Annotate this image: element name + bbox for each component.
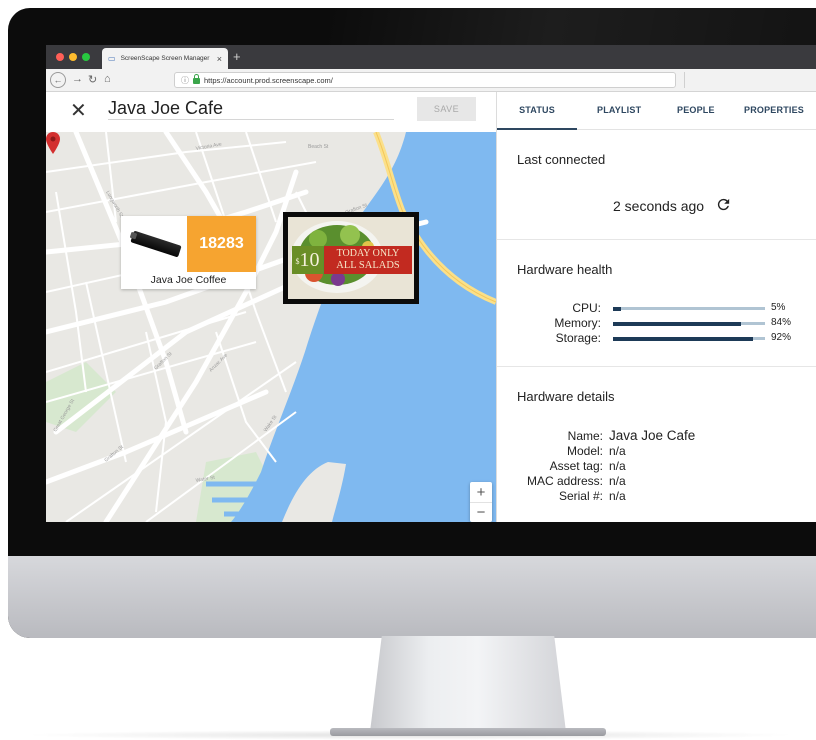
last-connected-section: Last connected 2 seconds ago: [497, 130, 816, 240]
health-row-memory: Memory: 84%: [497, 316, 816, 330]
price-value: 10: [299, 249, 320, 271]
address-bar[interactable]: ⓘ https://account.prod.screenscape.com/: [174, 72, 676, 88]
media-player-icon: [130, 230, 182, 258]
price-tag: $10: [292, 246, 323, 274]
browser-tab-bar: ▭ ScreenScape Screen Manager × +: [46, 45, 816, 69]
monitor-chin: [8, 556, 816, 638]
detail-label: Model:: [566, 444, 603, 458]
promo-line-1: TODAY ONLY: [336, 248, 400, 259]
tab-playlist[interactable]: PLAYLIST: [597, 92, 641, 130]
window-maximize-button[interactable]: [82, 53, 90, 61]
monitor-icon: ▭: [108, 54, 116, 63]
editor-header: ✕ SAVE: [46, 92, 496, 132]
zoom-out-button[interactable]: −: [470, 502, 492, 522]
screen-preview[interactable]: $10 TODAY ONLY ALL SALADS: [283, 212, 419, 304]
location-count-badge: 18283: [187, 216, 256, 272]
health-label: Storage:: [555, 331, 601, 345]
zoom-in-button[interactable]: +: [470, 482, 492, 502]
zoom-control: + −: [470, 482, 492, 522]
detail-value: n/a: [609, 474, 626, 488]
new-tab-button[interactable]: +: [233, 49, 241, 64]
tab-people[interactable]: PEOPLE: [677, 92, 715, 130]
tab-close-icon[interactable]: ×: [217, 54, 222, 64]
tab-status[interactable]: STATUS: [497, 92, 577, 130]
screen-name-input[interactable]: [108, 98, 394, 120]
health-label: Memory:: [554, 316, 601, 330]
detail-value: n/a: [609, 444, 626, 458]
detail-value: n/a: [609, 489, 626, 503]
info-icon[interactable]: ⓘ: [181, 75, 189, 86]
health-value: 84%: [771, 317, 792, 328]
last-connected-value: 2 seconds ago: [613, 198, 705, 214]
save-button[interactable]: SAVE: [417, 97, 476, 121]
detail-value: Java Joe Cafe: [609, 428, 696, 443]
browser-toolbar: ← → ↻ ⌂ ⓘ https://account.prod.screensca…: [46, 69, 816, 92]
health-row-cpu: CPU: 5%: [497, 301, 816, 315]
browser-tab[interactable]: ▭ ScreenScape Screen Manager ×: [102, 48, 228, 69]
monitor-stand-base: [330, 728, 606, 736]
details-tabs: STATUS PLAYLIST PEOPLE PROPERTIES: [497, 92, 816, 130]
monitor-stand: [370, 636, 566, 732]
map-view[interactable]: Victoria Ave Beach St Grafton St Grafton…: [46, 132, 496, 522]
monitor-frame: ▭ ScreenScape Screen Manager × + ← → ↻ ⌂…: [8, 8, 816, 638]
map-tiles: Victoria Ave Beach St Grafton St Grafton…: [46, 132, 496, 522]
price-currency: $: [295, 257, 300, 266]
health-label: CPU:: [572, 301, 601, 315]
detail-label: Serial #:: [558, 489, 603, 503]
health-bar-track: [613, 336, 765, 341]
home-button[interactable]: ⌂: [104, 73, 111, 85]
health-row-storage: Storage: 92%: [497, 331, 816, 345]
forward-button[interactable]: →: [72, 73, 83, 85]
promo-line-2: ALL SALADS: [336, 260, 400, 271]
hardware-details-section: Hardware details Name: Java Joe Cafe Mod…: [497, 367, 816, 522]
health-bar-fill: [613, 306, 621, 311]
map-pin-icon[interactable]: [46, 132, 60, 154]
health-bar-fill: [613, 321, 741, 326]
back-button[interactable]: ←: [50, 72, 66, 88]
screen-editor-panel: ✕ SAVE: [46, 92, 496, 522]
detail-label: Name:: [567, 429, 603, 443]
media-player-image: [121, 216, 187, 272]
salad-promo-image: $10 TODAY ONLY ALL SALADS: [288, 217, 414, 299]
hardware-health-section: Hardware health CPU: 5% Memory: 84% Stor…: [497, 240, 816, 367]
health-value: 5%: [771, 302, 786, 313]
screen-details-panel: STATUS PLAYLIST PEOPLE PROPERTIES Last c…: [496, 92, 816, 522]
detail-label: MAC address:: [526, 474, 603, 488]
lock-icon: [193, 74, 200, 84]
window-minimize-button[interactable]: [69, 53, 77, 61]
browser-window: ▭ ScreenScape Screen Manager × + ← → ↻ ⌂…: [46, 45, 816, 522]
detail-label: Asset tag:: [549, 459, 603, 473]
location-card[interactable]: 18283 Java Joe Coffee: [121, 216, 256, 289]
refresh-icon[interactable]: [715, 196, 732, 213]
browser-tab-title: ScreenScape Screen Manager: [120, 55, 210, 62]
health-bar-track: [613, 306, 765, 311]
hardware-health-title: Hardware health: [517, 262, 613, 277]
last-connected-title: Last connected: [517, 152, 606, 167]
hardware-details-title: Hardware details: [517, 389, 615, 404]
svg-text:Beach St: Beach St: [308, 144, 329, 150]
url-text: https://account.prod.screenscape.com/: [204, 75, 333, 85]
location-name: Java Joe Coffee: [150, 274, 227, 286]
search-field[interactable]: [684, 72, 816, 88]
detail-value: n/a: [609, 459, 626, 473]
tab-properties[interactable]: PROPERTIES: [744, 92, 804, 130]
promo-banner: TODAY ONLY ALL SALADS: [324, 246, 412, 274]
health-bar-track: [613, 321, 765, 326]
health-value: 92%: [771, 332, 792, 343]
window-close-button[interactable]: [56, 53, 64, 61]
close-icon[interactable]: ✕: [70, 98, 87, 123]
reload-button[interactable]: ↻: [88, 73, 97, 86]
health-bar-fill: [613, 336, 753, 341]
